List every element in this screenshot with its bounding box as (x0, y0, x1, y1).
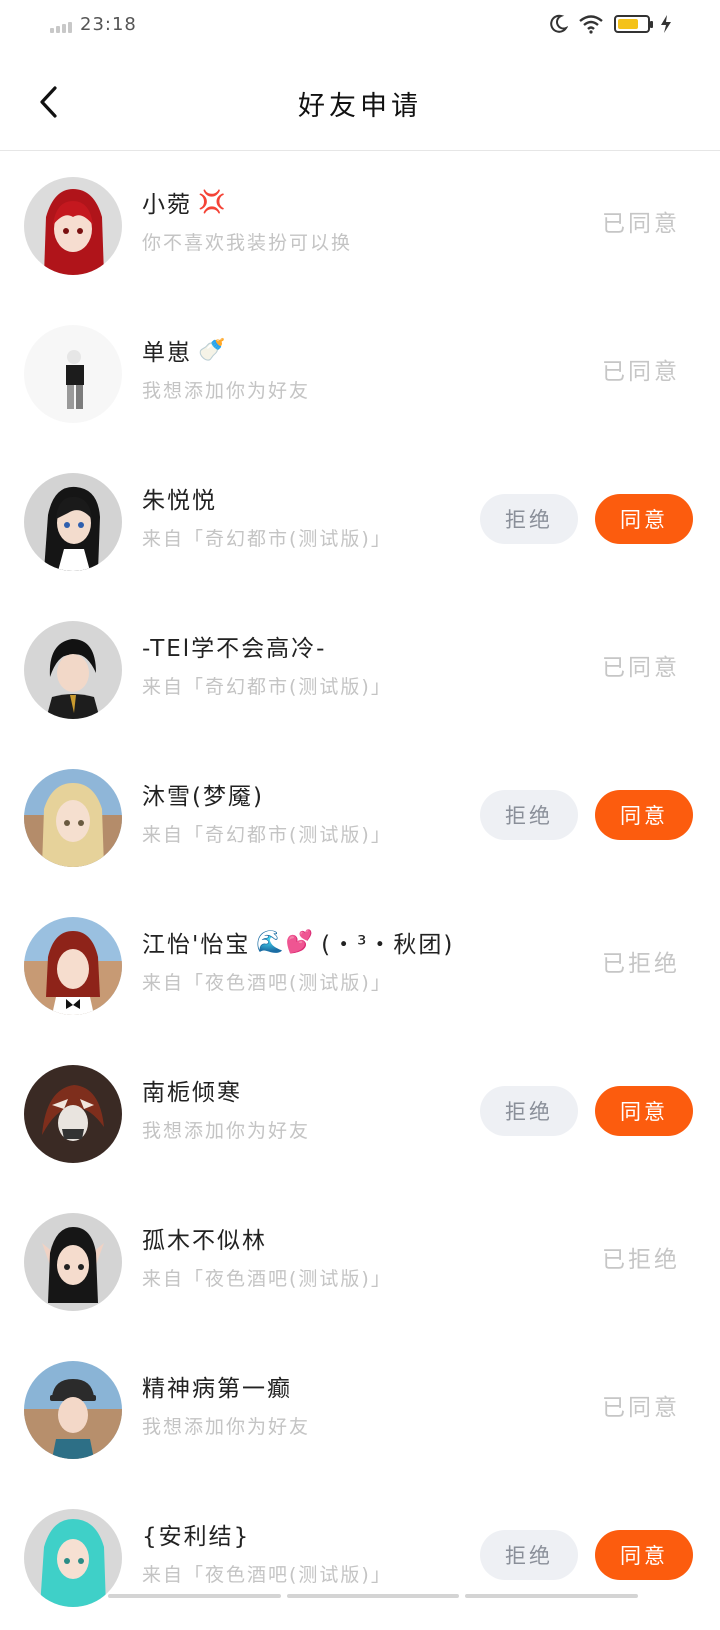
request-row: 孤木不似林 来自「夜色酒吧(测试版)」 已拒绝 (0, 1186, 720, 1334)
request-row: 单崽 🍼 我想添加你为好友 已同意 (0, 298, 720, 446)
request-row: -TEl学不会高冷- 来自「奇幻都市(测试版)」 已同意 (0, 594, 720, 742)
avatar[interactable] (24, 621, 122, 719)
request-name: 孤木不似林 (142, 1228, 267, 1254)
reject-button[interactable]: 拒绝 (480, 1086, 578, 1136)
request-row: 精神病第一癫 我想添加你为好友 已同意 (0, 1334, 720, 1482)
request-row: 南栀倾寒 我想添加你为好友 拒绝 同意 (0, 1038, 720, 1186)
status-left: 23:18 (50, 14, 137, 35)
request-message: 来自「奇幻都市(测试版)」 (142, 824, 392, 846)
request-status: 已拒绝 (602, 951, 680, 977)
request-status: 已同意 (602, 1395, 680, 1421)
request-row: 朱悦悦 来自「奇幻都市(测试版)」 拒绝 同意 (0, 446, 720, 594)
avatar[interactable] (24, 1509, 122, 1607)
name-suffix: (・³・秋团) (321, 932, 455, 958)
status-right (548, 14, 672, 34)
request-row: 江怡'怡宝 🌊💕 (・³・秋团) 来自「夜色酒吧(测试版)」 已拒绝 (0, 890, 720, 1038)
request-name: -TEl学不会高冷- (142, 636, 327, 662)
request-name: 沐雪(梦魇) (142, 784, 264, 810)
request-message: 我想添加你为好友 (142, 1120, 311, 1142)
request-status: 已同意 (602, 655, 680, 681)
request-row: {安利结} 来自「夜色酒吧(测试版)」 拒绝 同意 (0, 1482, 720, 1630)
home-indicator (108, 1594, 639, 1598)
avatar[interactable] (24, 325, 122, 423)
status-time: 23:18 (80, 14, 137, 35)
request-message: 来自「奇幻都市(测试版)」 (142, 676, 392, 698)
battery-icon (614, 15, 653, 33)
friend-request-list: 小菀 💢 你不喜欢我装扮可以换 已同意 单崽 🍼 我想添加你为好友 已同意 朱悦悦 … (0, 150, 720, 1630)
avatar[interactable] (24, 473, 122, 571)
request-name: 小菀 💢 (142, 189, 228, 219)
avatar[interactable] (24, 177, 122, 275)
signal-icon (50, 17, 72, 33)
request-message: 来自「夜色酒吧(测试版)」 (142, 972, 392, 994)
request-status: 已同意 (602, 211, 680, 237)
request-row: 沐雪(梦魇) 来自「奇幻都市(测试版)」 拒绝 同意 (0, 742, 720, 890)
accept-button[interactable]: 同意 (595, 1530, 693, 1580)
name-emoji: 🍼 (198, 337, 228, 363)
request-name: {安利结} (142, 1524, 251, 1550)
request-name: 南栀倾寒 (142, 1080, 242, 1106)
reject-button[interactable]: 拒绝 (480, 1530, 578, 1580)
name-emoji: 💢 (198, 189, 228, 215)
request-name: 单崽 🍼 (142, 337, 228, 367)
request-message: 我想添加你为好友 (142, 380, 311, 402)
avatar[interactable] (24, 917, 122, 1015)
wifi-icon (579, 15, 603, 34)
request-row: 小菀 💢 你不喜欢我装扮可以换 已同意 (0, 150, 720, 298)
status-bar: 23:18 (0, 0, 720, 56)
request-message: 来自「夜色酒吧(测试版)」 (142, 1268, 392, 1290)
battery-level (618, 19, 638, 29)
accept-button[interactable]: 同意 (595, 790, 693, 840)
request-status: 已同意 (602, 359, 680, 385)
avatar[interactable] (24, 1361, 122, 1459)
charging-icon (661, 15, 671, 33)
reject-button[interactable]: 拒绝 (480, 494, 578, 544)
request-name: 精神病第一癫 (142, 1376, 292, 1402)
request-message: 你不喜欢我装扮可以换 (142, 232, 353, 254)
avatar[interactable] (24, 1213, 122, 1311)
request-name: 江怡'怡宝 🌊💕 (・³・秋团) (142, 925, 454, 959)
accept-button[interactable]: 同意 (595, 494, 693, 544)
accept-button[interactable]: 同意 (595, 1086, 693, 1136)
name-emoji: 🌊💕 (256, 929, 316, 955)
request-message: 来自「夜色酒吧(测试版)」 (142, 1564, 392, 1586)
reject-button[interactable]: 拒绝 (480, 790, 578, 840)
header-bar: 好友申请 (0, 56, 720, 151)
avatar[interactable] (24, 1065, 122, 1163)
request-message: 我想添加你为好友 (142, 1416, 311, 1438)
request-name: 朱悦悦 (142, 488, 217, 514)
moon-icon (550, 14, 568, 33)
page-title: 好友申请 (298, 91, 422, 122)
avatar[interactable] (24, 769, 122, 867)
request-message: 来自「奇幻都市(测试版)」 (142, 528, 392, 550)
request-status: 已拒绝 (602, 1247, 680, 1273)
